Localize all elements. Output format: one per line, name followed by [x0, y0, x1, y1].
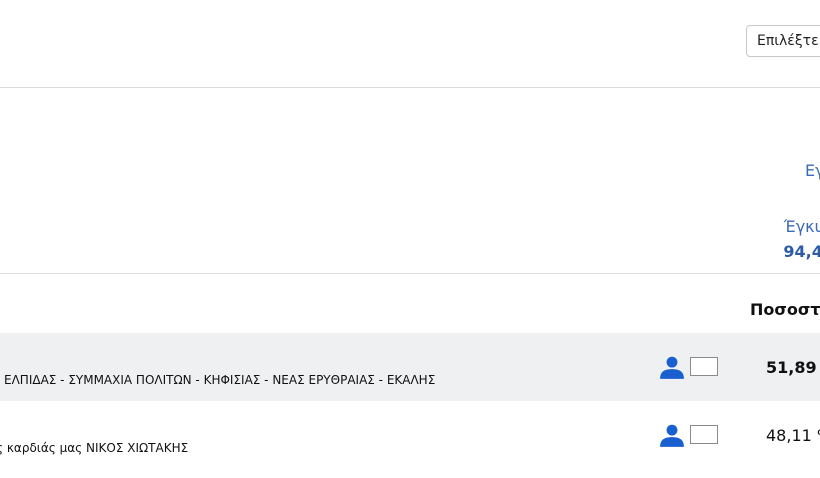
person-icon[interactable] [659, 354, 685, 380]
municipality-select[interactable]: Επιλέξτε δ [746, 25, 820, 57]
candidate-checkbox[interactable] [690, 425, 718, 444]
vote-percentage: 48,11 % [766, 426, 820, 445]
divider [0, 273, 820, 274]
candidate-name: ΕΛΠΙΔΑΣ - ΣΥΜΜΑΧΙΑ ΠΟΛΙΤΩΝ - ΚΗΦΙΣΙΑΣ - … [4, 373, 436, 387]
candidate-name: ς καρδιάς μας ΝΙΚΟΣ ΧΙΩΤΑΚΗΣ [0, 441, 189, 455]
vote-percentage: 51,89 % [766, 358, 820, 377]
valid-votes-value: 94,49 [783, 242, 820, 261]
candidate-checkbox[interactable] [690, 357, 718, 376]
person-icon[interactable] [659, 422, 685, 448]
percentage-column-header: Ποσοστό [750, 300, 820, 319]
table-row: ς καρδιάς μας ΝΙΚΟΣ ΧΙΩΤΑΚΗΣ 48,11 % [0, 401, 820, 469]
registered-voters-label: Εγγ [804, 161, 820, 180]
divider [0, 87, 820, 88]
valid-votes-label: Έγκυρ [783, 217, 820, 236]
table-row: ΕΛΠΙΔΑΣ - ΣΥΜΜΑΧΙΑ ΠΟΛΙΤΩΝ - ΚΗΦΙΣΙΑΣ - … [0, 333, 820, 401]
